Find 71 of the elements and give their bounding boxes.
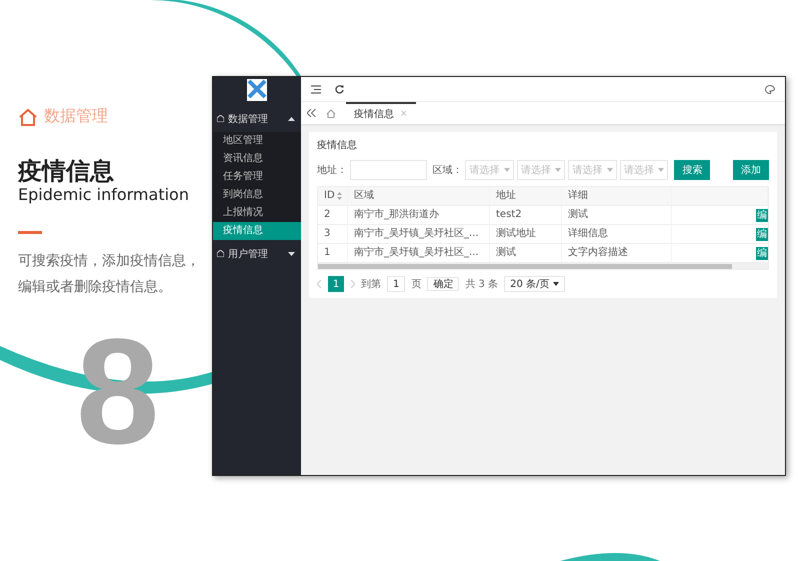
sidebar-item[interactable]: 疫情信息 xyxy=(213,222,301,240)
home-icon xyxy=(18,108,38,126)
page-unit: 页 xyxy=(411,278,422,291)
table-cell: 3 xyxy=(318,225,348,244)
caret-icon xyxy=(606,168,613,172)
total-count: 共 3 条 xyxy=(465,278,498,291)
palette-icon[interactable] xyxy=(765,84,775,94)
table-cell: 南宁市_吴圩镇_吴圩社区_... xyxy=(348,225,490,244)
sidebar-group[interactable]: 数据管理 xyxy=(213,105,301,132)
close-icon[interactable]: × xyxy=(400,109,408,119)
caret-icon xyxy=(288,116,295,120)
address-label: 地址： xyxy=(317,164,347,177)
table-cell: 1 xyxy=(318,244,348,263)
search-button[interactable]: 搜索 xyxy=(674,160,710,180)
caret-icon xyxy=(555,168,562,172)
page-input[interactable]: 1 xyxy=(387,276,406,292)
home-icon xyxy=(217,115,224,122)
home-icon[interactable] xyxy=(326,108,336,118)
add-button[interactable]: 添加 xyxy=(733,160,769,180)
description-text: 可搜索疫情，添加疫情信息，编辑或者删除疫情信息。 xyxy=(18,252,201,297)
table-cell: 文字内容描述 xyxy=(562,244,672,263)
page-button[interactable]: 1 xyxy=(328,276,344,292)
home-icon xyxy=(217,250,224,257)
sidebar-item[interactable]: 地区管理 xyxy=(213,132,301,150)
caret-icon xyxy=(658,168,664,172)
caret-icon xyxy=(504,168,510,172)
refresh-icon[interactable] xyxy=(335,84,344,94)
goto-label: 到第 xyxy=(361,278,381,291)
page-size-select[interactable]: 20 条/页 xyxy=(504,276,566,292)
edit-button[interactable]: 编 xyxy=(756,208,768,222)
sidebar-group[interactable]: 用户管理 xyxy=(213,240,301,267)
page-subtitle: Epidemic information xyxy=(18,185,190,205)
sidebar-item[interactable]: 任务管理 xyxy=(213,168,301,186)
column-header: 详细 xyxy=(562,187,672,206)
region-select[interactable]: 请选择 xyxy=(516,160,566,180)
table-cell: 测试 xyxy=(562,206,672,225)
caret-icon xyxy=(553,282,560,286)
table-cell: 2 xyxy=(318,206,348,225)
column-header: ID xyxy=(318,187,348,206)
address-field[interactable] xyxy=(350,160,428,180)
page-title: 疫情信息 xyxy=(18,157,115,185)
tab[interactable]: 疫情信息 × xyxy=(346,102,416,124)
scrollbar[interactable] xyxy=(318,263,768,269)
card-title: 疫情信息 xyxy=(317,138,358,153)
table-cell: 测试 xyxy=(490,244,562,263)
section-label: 数据管理 xyxy=(44,106,108,127)
column-header: 区域 xyxy=(348,187,490,206)
sort-icon[interactable] xyxy=(336,192,342,200)
table-cell: 南宁市_吴圩镇_吴圩社区_... xyxy=(348,244,490,263)
region-select[interactable]: 请选择 xyxy=(620,160,668,180)
column-header: 地址 xyxy=(490,187,562,206)
menu-icon[interactable] xyxy=(311,84,321,94)
region-select[interactable]: 请选择 xyxy=(465,160,514,180)
logo-icon xyxy=(247,79,267,101)
edit-button[interactable]: 编 xyxy=(756,228,768,240)
accent-rule xyxy=(18,231,42,234)
caret-icon xyxy=(288,252,295,256)
sidebar-item[interactable]: 上报情况 xyxy=(213,204,301,222)
table-cell: 测试地址 xyxy=(490,225,562,244)
table-cell: test2 xyxy=(490,206,562,225)
region-label: 区域： xyxy=(432,164,462,177)
table-cell: 详细信息 xyxy=(562,225,672,244)
edit-button[interactable]: 编 xyxy=(756,246,768,260)
double-chevron-icon[interactable] xyxy=(307,109,316,117)
sidebar-item[interactable]: 资讯信息 xyxy=(213,150,301,168)
region-select[interactable]: 请选择 xyxy=(568,160,617,180)
table-cell: 南宁市_那洪街道办 xyxy=(348,206,490,225)
sidebar-item[interactable]: 到岗信息 xyxy=(213,186,301,204)
confirm-button[interactable]: 确定 xyxy=(427,277,460,291)
chevron-right-icon[interactable] xyxy=(350,280,355,288)
chevron-left-icon[interactable] xyxy=(317,280,322,288)
